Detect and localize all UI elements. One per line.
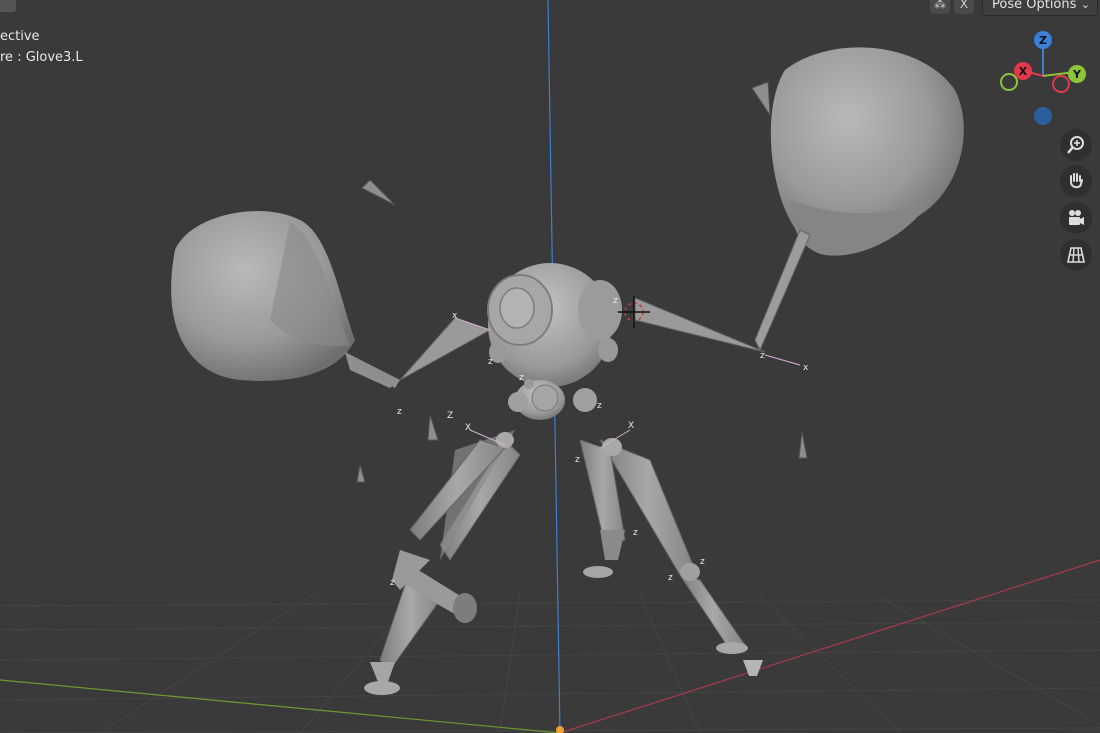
close-glyph: X — [959, 0, 969, 11]
overlay-toggle-icon[interactable]: ⁂ — [930, 0, 950, 14]
svg-text:Z: Z — [447, 411, 453, 421]
knee-joint — [496, 432, 514, 448]
view-name-label: ective — [0, 29, 40, 44]
svg-text:z: z — [575, 455, 580, 465]
neg-x-axis-circle[interactable] — [1052, 75, 1070, 93]
camera-view-button[interactable] — [1060, 202, 1092, 234]
svg-text:x: x — [803, 363, 809, 373]
chevron-down-icon: ⌄ — [1080, 0, 1090, 11]
active-object-label: re : Glove3.L — [0, 50, 83, 65]
3d-viewport[interactable]: x z z x z Z Xz Xz z z z z z z — [0, 0, 1100, 733]
zoom-icon — [1067, 136, 1084, 154]
pose-options-label: Pose Options — [992, 0, 1077, 12]
x-axis-label: X — [1019, 65, 1028, 78]
close-icon[interactable]: X — [954, 0, 974, 14]
glove-left-mesh[interactable] — [770, 47, 964, 256]
orthographic-grid-icon — [1067, 247, 1085, 263]
z-axis-label: Z — [1039, 34, 1047, 47]
hand-pan-icon — [1070, 173, 1083, 189]
robot-head[interactable] — [487, 263, 622, 387]
floor-grid — [0, 589, 1100, 733]
svg-text:z: z — [597, 401, 602, 411]
neg-z-axis-circle[interactable] — [1034, 107, 1052, 125]
svg-text:X: X — [465, 423, 471, 433]
svg-text:z: z — [760, 351, 765, 361]
x-axis-line — [0, 679, 561, 733]
y-axis-line — [559, 559, 1100, 733]
leg-front-left[interactable] — [598, 438, 763, 676]
pose-options-dropdown[interactable]: Pose Options ⌄ — [982, 0, 1098, 16]
glove-right-mesh[interactable] — [171, 211, 400, 388]
world-origin — [556, 726, 564, 733]
3d-cursor[interactable] — [618, 296, 650, 328]
navigation-gizmo[interactable]: Z X Y — [995, 28, 1091, 128]
svg-text:X: X — [628, 421, 634, 431]
orthographic-toggle-button[interactable] — [1060, 239, 1092, 271]
neg-y-axis-circle[interactable] — [1000, 73, 1018, 91]
svg-text:z: z — [488, 357, 493, 367]
svg-text:z: z — [633, 528, 638, 538]
svg-text:z: z — [397, 407, 402, 417]
pan-button[interactable] — [1060, 165, 1092, 197]
svg-text:z: z — [613, 296, 618, 306]
y-axis-label: Y — [1072, 68, 1082, 81]
svg-text:z: z — [668, 573, 673, 583]
zoom-button[interactable] — [1060, 129, 1092, 161]
svg-text:z: z — [519, 373, 524, 383]
arm-bone-left[interactable] — [634, 229, 811, 353]
svg-text:x: x — [452, 311, 458, 321]
camera-icon — [1069, 210, 1084, 225]
svg-text:z: z — [390, 578, 395, 588]
robot-body[interactable] — [508, 379, 597, 420]
svg-text:z: z — [700, 557, 705, 567]
editor-type-icon[interactable] — [0, 0, 16, 12]
